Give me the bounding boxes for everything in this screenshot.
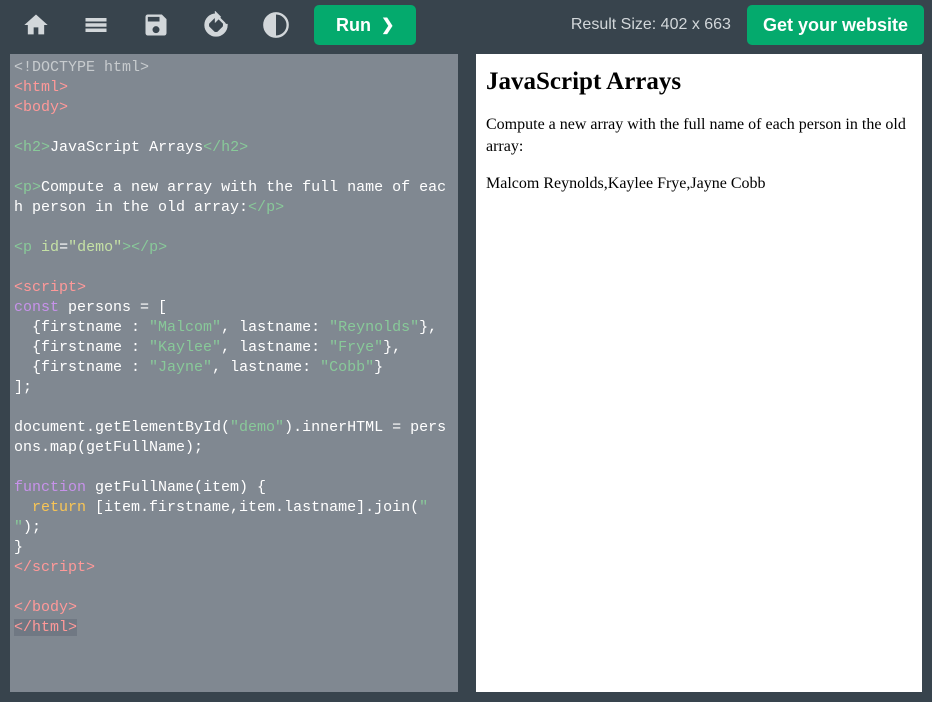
result-heading: JavaScript Arrays: [486, 68, 912, 96]
run-label: Run: [336, 15, 371, 36]
result-output: Malcom Reynolds,Kaylee Frye,Jayne Cobb: [486, 173, 912, 195]
workspace: <!DOCTYPE html> <html> <body> <h2>JavaSc…: [0, 50, 932, 702]
chevron-right-icon: ❯: [381, 15, 394, 35]
save-icon[interactable]: [128, 4, 184, 46]
result-description: Compute a new array with the full name o…: [486, 114, 912, 157]
code-editor[interactable]: <!DOCTYPE html> <html> <body> <h2>JavaSc…: [10, 54, 458, 692]
result-size-label: Result Size: 402 x 663: [571, 16, 731, 34]
theme-icon[interactable]: [248, 4, 304, 46]
result-pane: JavaScript Arrays Compute a new array wi…: [476, 54, 922, 692]
run-button[interactable]: Run ❯: [314, 5, 416, 45]
toolbar: Run ❯ Result Size: 402 x 663 Get your we…: [0, 0, 932, 50]
menu-icon[interactable]: [68, 4, 124, 46]
rotate-icon[interactable]: [188, 4, 244, 46]
home-icon[interactable]: [8, 4, 64, 46]
code-token: <!DOCTYPE html>: [14, 59, 149, 76]
get-website-button[interactable]: Get your website: [747, 5, 924, 45]
